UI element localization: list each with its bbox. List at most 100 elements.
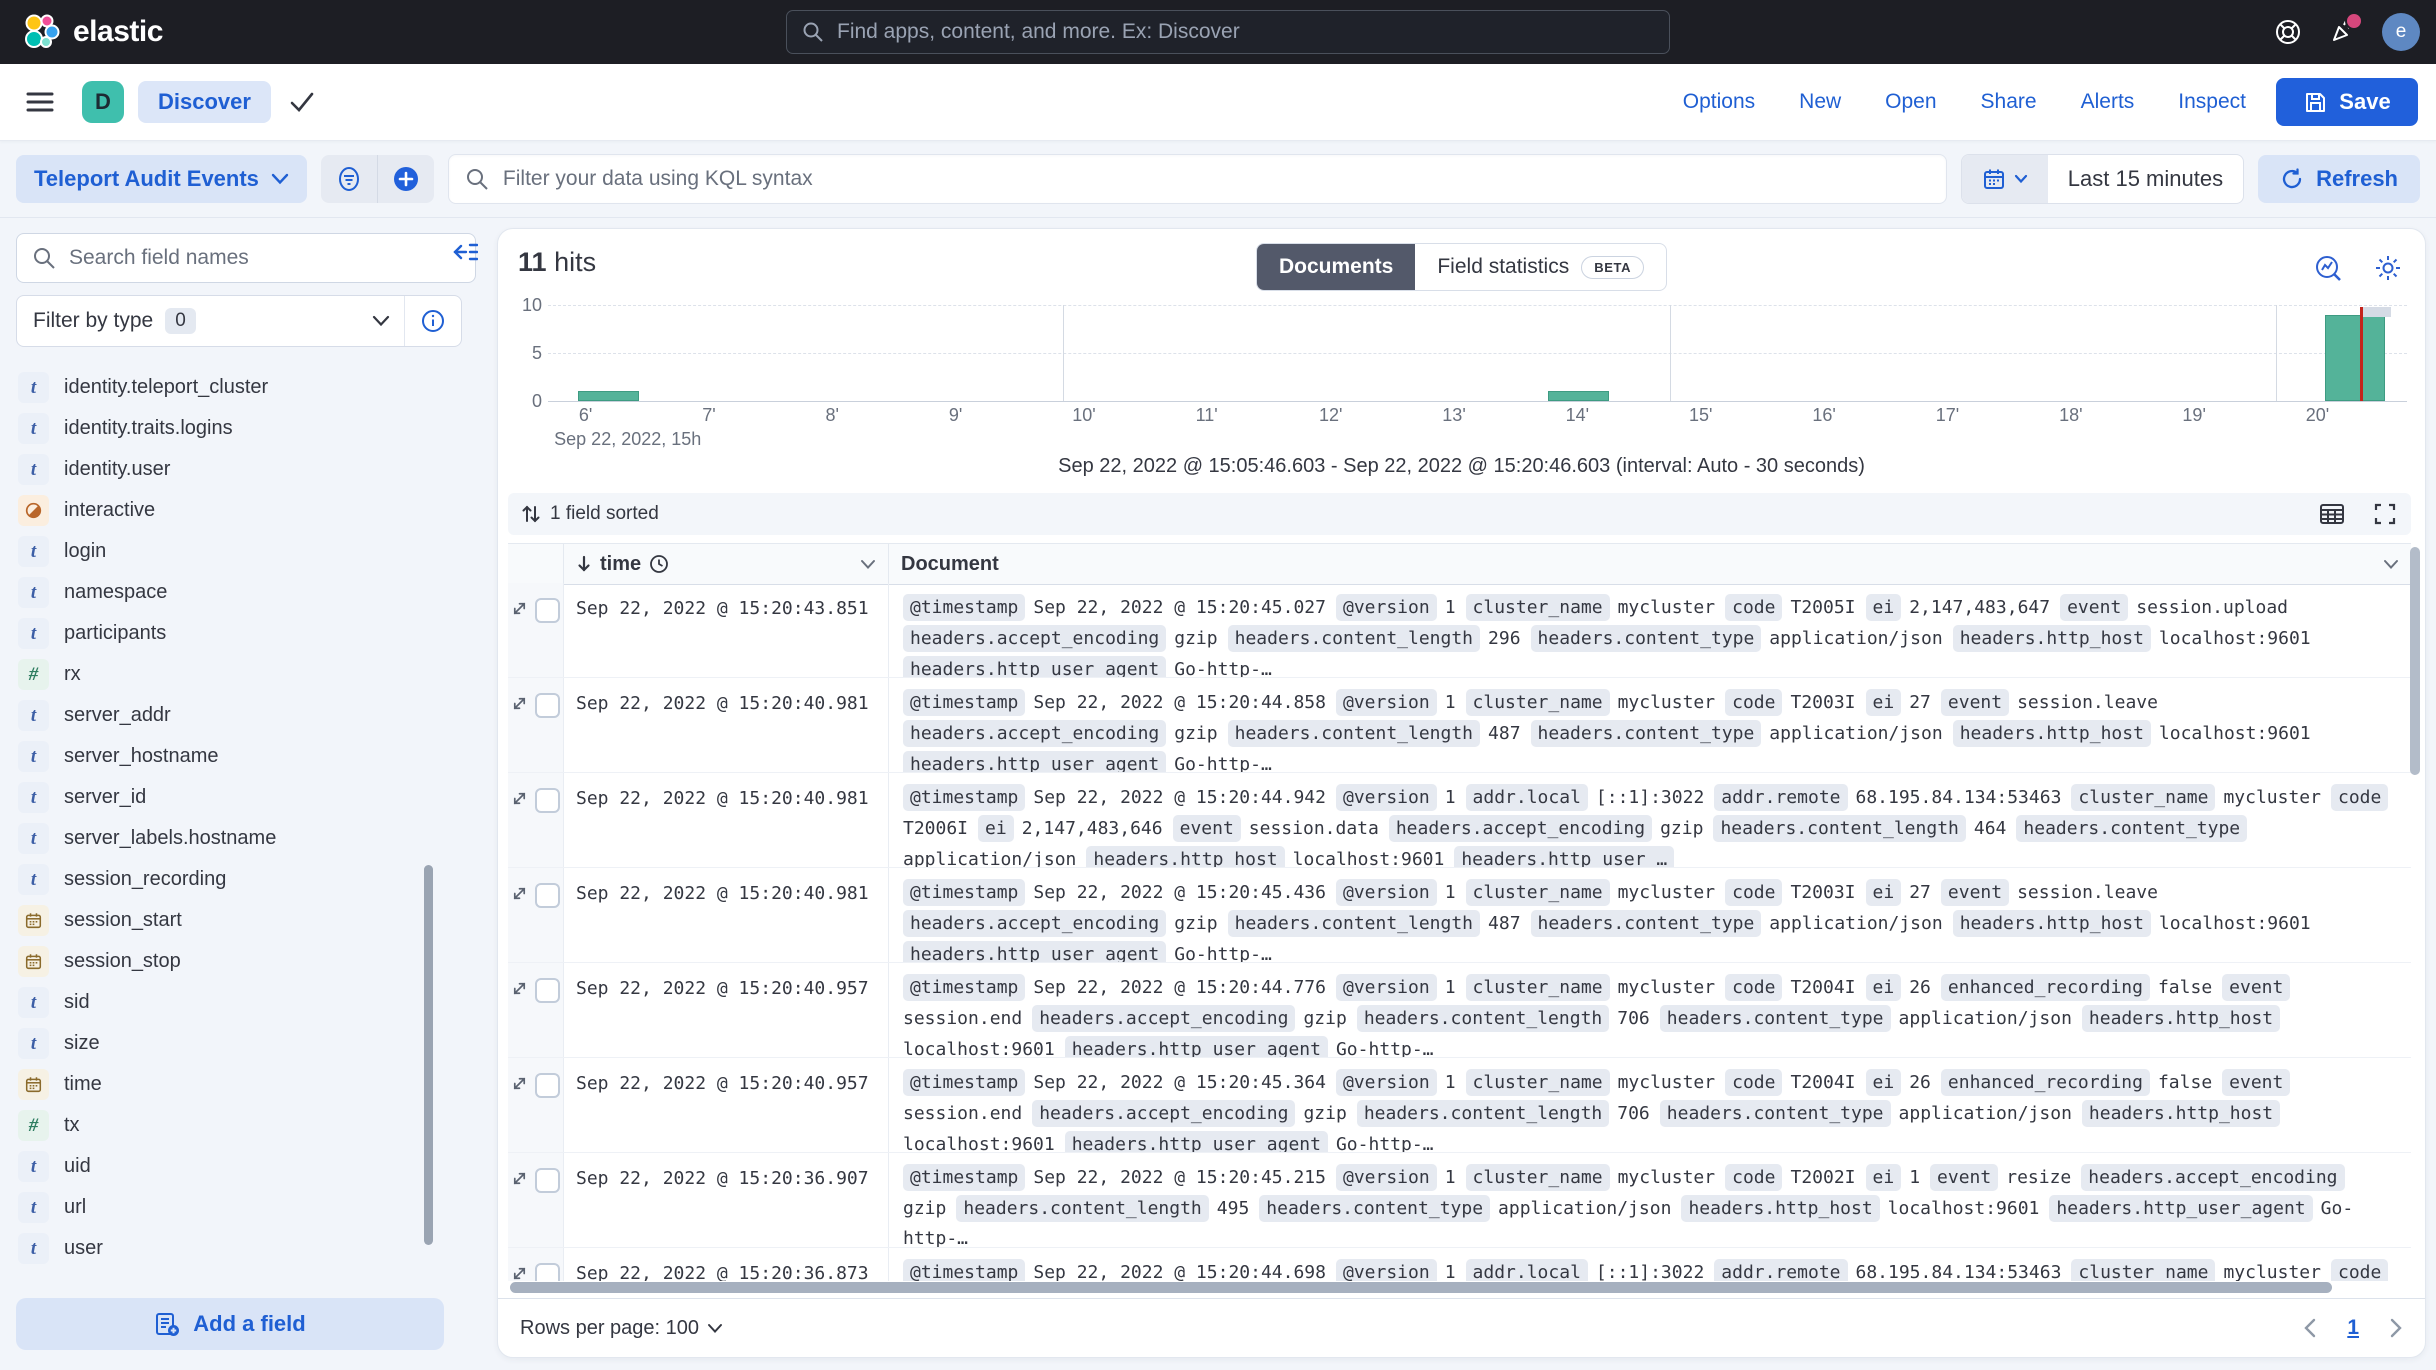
field-item-identity.user[interactable]: t identity.user xyxy=(6,449,426,490)
help-icon[interactable] xyxy=(2274,18,2302,46)
notifications-icon[interactable] xyxy=(2328,18,2356,46)
row-checkbox[interactable] xyxy=(535,1168,560,1193)
data-view-picker[interactable]: Teleport Audit Events xyxy=(16,155,307,203)
tab-documents[interactable]: Documents xyxy=(1257,244,1415,290)
histogram-bar[interactable] xyxy=(2325,315,2386,401)
sort-fields-icon[interactable] xyxy=(522,504,540,524)
field-item-size[interactable]: t size xyxy=(6,1023,426,1064)
tab-field-statistics[interactable]: Field statistics BETA xyxy=(1415,244,1666,290)
field-item-identity.teleport_cluster[interactable]: t identity.teleport_cluster xyxy=(6,367,426,408)
add-field-button[interactable]: Add a field xyxy=(16,1298,444,1350)
row-checkbox[interactable] xyxy=(535,883,560,908)
elastic-logo[interactable]: elastic xyxy=(22,13,163,51)
row-document-cell[interactable]: @timestampSep 22, 2022 @ 15:20:45.364@ve… xyxy=(889,1058,2411,1152)
collapse-sidebar-icon[interactable] xyxy=(452,240,478,264)
row-document-cell[interactable]: @timestampSep 22, 2022 @ 15:20:44.776@ve… xyxy=(889,963,2411,1057)
row-checkbox[interactable] xyxy=(535,1073,560,1098)
field-item-interactive[interactable]: interactive xyxy=(6,490,426,531)
field-item-time[interactable]: time xyxy=(6,1064,426,1105)
field-item-server_labels.hostname[interactable]: t server_labels.hostname xyxy=(6,818,426,859)
row-document-cell[interactable]: @timestampSep 22, 2022 @ 15:20:45.027@ve… xyxy=(889,583,2411,677)
chevron-down-icon[interactable] xyxy=(860,559,876,570)
row-checkbox[interactable] xyxy=(535,693,560,718)
sidebar-scrollbar[interactable] xyxy=(424,865,433,1245)
previous-page-icon[interactable] xyxy=(2303,1318,2317,1338)
calendar-menu-button[interactable] xyxy=(1962,155,2048,203)
row-document-cell[interactable]: @timestampSep 22, 2022 @ 15:20:44.942@ve… xyxy=(889,773,2411,867)
header-time-column[interactable]: time xyxy=(564,544,889,584)
refresh-button[interactable]: Refresh xyxy=(2258,155,2420,203)
next-page-icon[interactable] xyxy=(2389,1318,2403,1338)
row-document-cell[interactable]: @timestampSep 22, 2022 @ 15:20:45.436@ve… xyxy=(889,868,2411,962)
field-item-rx[interactable]: # rx xyxy=(6,654,426,695)
field-item-sid[interactable]: t sid xyxy=(6,982,426,1023)
menu-share[interactable]: Share xyxy=(1981,90,2037,114)
histogram-bar[interactable] xyxy=(578,391,639,401)
menu-open[interactable]: Open xyxy=(1885,90,1936,114)
fullscreen-icon[interactable] xyxy=(2373,502,2397,526)
saved-query-menu-icon[interactable] xyxy=(321,155,377,203)
field-item-server_addr[interactable]: t server_addr xyxy=(6,695,426,736)
sorted-fields-label[interactable]: 1 field sorted xyxy=(550,503,659,525)
row-time-cell[interactable]: Sep 22, 2022 @ 15:20:43.851 xyxy=(564,583,889,677)
space-avatar[interactable]: D xyxy=(82,81,124,123)
filter-by-type[interactable]: Filter by type 0 xyxy=(16,295,462,347)
menu-alerts[interactable]: Alerts xyxy=(2081,90,2135,114)
expand-document-icon[interactable] xyxy=(511,1075,528,1152)
horizontal-scrollbar[interactable] xyxy=(510,1282,2332,1293)
field-item-user[interactable]: t user xyxy=(6,1228,426,1269)
field-item-tx[interactable]: # tx xyxy=(6,1105,426,1146)
field-item-url[interactable]: t url xyxy=(6,1187,426,1228)
page-number[interactable]: 1 xyxy=(2347,1316,2359,1340)
field-item-login[interactable]: t login xyxy=(6,531,426,572)
row-time-cell[interactable]: Sep 22, 2022 @ 15:20:40.957 xyxy=(564,1058,889,1152)
field-item-identity.traits.logins[interactable]: t identity.traits.logins xyxy=(6,408,426,449)
row-checkbox[interactable] xyxy=(535,788,560,813)
expand-document-icon[interactable] xyxy=(511,790,528,867)
field-search-input[interactable]: Search field names xyxy=(16,233,476,283)
row-document-cell[interactable]: @timestampSep 22, 2022 @ 15:20:44.858@ve… xyxy=(889,678,2411,772)
menu-inspect[interactable]: Inspect xyxy=(2178,90,2246,114)
field-item-session_start[interactable]: session_start xyxy=(6,900,426,941)
field-item-session_stop[interactable]: session_stop xyxy=(6,941,426,982)
chart-options-gear-icon[interactable] xyxy=(2373,253,2403,283)
row-time-cell[interactable]: Sep 22, 2022 @ 15:20:40.957 xyxy=(564,963,889,1057)
row-time-cell[interactable]: Sep 22, 2022 @ 15:20:36.873 xyxy=(564,1248,889,1281)
add-filter-icon[interactable] xyxy=(378,155,434,203)
time-range-label[interactable]: Last 15 minutes xyxy=(2048,166,2243,192)
row-checkbox[interactable] xyxy=(535,598,560,623)
header-document-column[interactable]: Document xyxy=(889,544,2411,584)
expand-document-icon[interactable] xyxy=(511,600,528,677)
rows-per-page-button[interactable]: Rows per page: 100 xyxy=(520,1317,723,1340)
field-item-server_hostname[interactable]: t server_hostname xyxy=(6,736,426,777)
row-document-cell[interactable]: @timestampSep 22, 2022 @ 15:20:44.698@ve… xyxy=(889,1248,2411,1281)
breadcrumb-discover[interactable]: Discover xyxy=(138,81,271,123)
display-options-grid-icon[interactable] xyxy=(2319,502,2345,526)
save-button[interactable]: Save xyxy=(2276,78,2418,126)
menu-options[interactable]: Options xyxy=(1683,90,1755,114)
vertical-scrollbar[interactable] xyxy=(2410,547,2420,775)
user-avatar[interactable]: e xyxy=(2382,13,2420,51)
row-checkbox[interactable] xyxy=(535,978,560,1003)
row-time-cell[interactable]: Sep 22, 2022 @ 15:20:40.981 xyxy=(564,773,889,867)
field-item-namespace[interactable]: t namespace xyxy=(6,572,426,613)
expand-document-icon[interactable] xyxy=(511,1265,528,1281)
expand-document-icon[interactable] xyxy=(511,980,528,1057)
row-checkbox[interactable] xyxy=(535,1263,560,1281)
row-time-cell[interactable]: Sep 22, 2022 @ 15:20:40.981 xyxy=(564,868,889,962)
histogram-chart[interactable]: 0510 6'7'8'9'10'11'12'13'14'15'16'17'18'… xyxy=(520,301,2411,439)
field-info-icon[interactable] xyxy=(405,309,461,333)
menu-hamburger-icon[interactable] xyxy=(26,90,54,114)
expand-document-icon[interactable] xyxy=(511,1170,528,1247)
field-item-uid[interactable]: t uid xyxy=(6,1146,426,1187)
histogram-bar[interactable] xyxy=(1548,391,1609,401)
global-search-input[interactable]: Find apps, content, and more. Ex: Discov… xyxy=(786,10,1670,54)
menu-new[interactable]: New xyxy=(1799,90,1841,114)
field-item-server_id[interactable]: t server_id xyxy=(6,777,426,818)
kql-query-input[interactable]: Filter your data using KQL syntax xyxy=(448,154,1947,204)
row-time-cell[interactable]: Sep 22, 2022 @ 15:20:36.907 xyxy=(564,1153,889,1247)
row-document-cell[interactable]: @timestampSep 22, 2022 @ 15:20:45.215@ve… xyxy=(889,1153,2411,1247)
row-time-cell[interactable]: Sep 22, 2022 @ 15:20:40.981 xyxy=(564,678,889,772)
field-item-participants[interactable]: t participants xyxy=(6,613,426,654)
expand-document-icon[interactable] xyxy=(511,695,528,772)
